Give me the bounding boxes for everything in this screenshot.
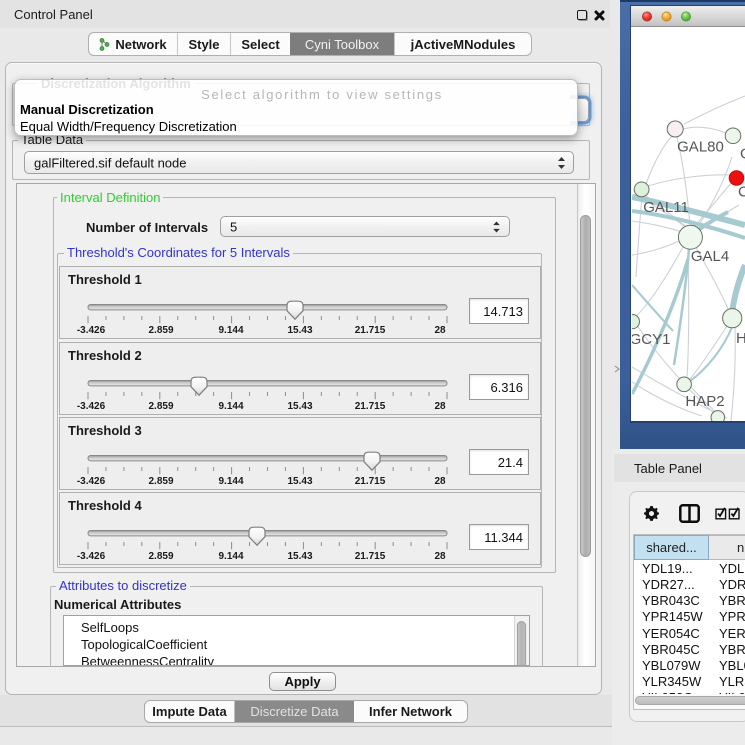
svg-text:GA: GA [740,146,745,163]
svg-text:H: H [736,330,745,347]
svg-text:C: C [738,184,745,201]
svg-text:HAP2: HAP2 [685,393,724,410]
svg-text:GAL4: GAL4 [691,248,729,265]
svg-text:GAL80: GAL80 [677,139,724,156]
svg-text:GAL11: GAL11 [643,199,689,216]
svg-text:GCY1: GCY1 [632,331,670,348]
